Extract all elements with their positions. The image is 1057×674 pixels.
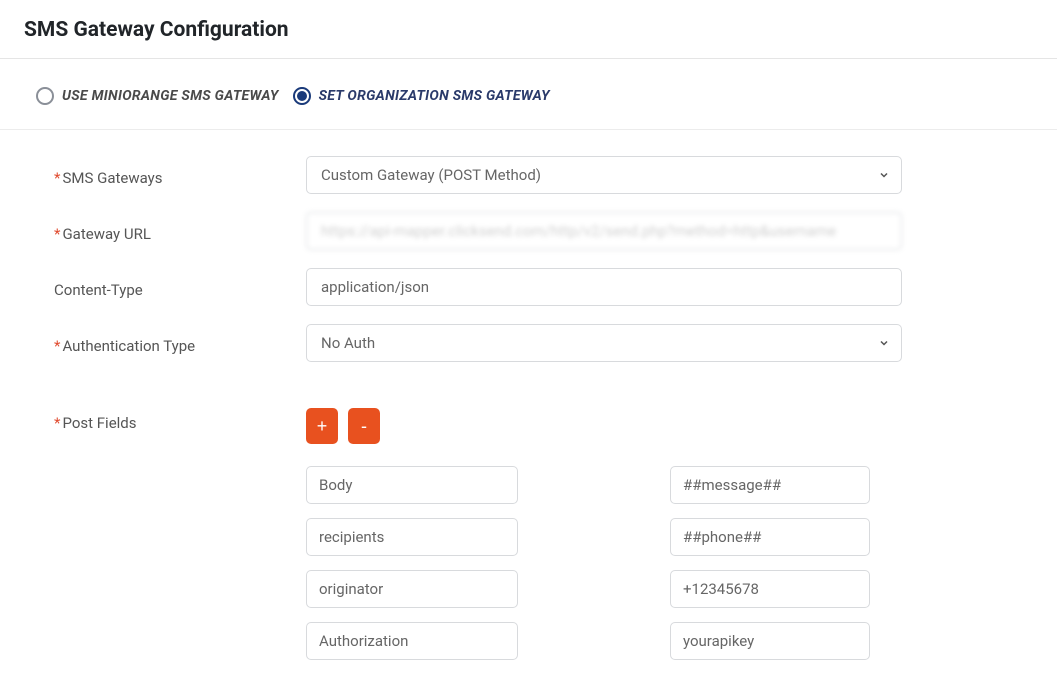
required-asterisk: * bbox=[54, 225, 60, 243]
required-asterisk: * bbox=[54, 169, 60, 187]
radio-set-organization[interactable]: SET ORGANIZATION SMS GATEWAY bbox=[293, 87, 550, 105]
post-field-row bbox=[306, 622, 902, 660]
auth-type-select[interactable]: No Auth bbox=[306, 324, 902, 362]
radio-icon bbox=[36, 87, 54, 105]
remove-field-button[interactable]: - bbox=[348, 408, 380, 444]
post-field-key-input[interactable] bbox=[306, 518, 518, 556]
post-field-value-input[interactable] bbox=[670, 518, 870, 556]
label-sms-gateways: *SMS Gateways bbox=[54, 163, 306, 187]
post-field-row bbox=[306, 570, 902, 608]
radio-dot-icon bbox=[297, 91, 307, 101]
row-sms-gateways: *SMS Gateways Custom Gateway (POST Metho… bbox=[54, 156, 1021, 194]
required-asterisk: * bbox=[54, 414, 60, 432]
post-field-key-input[interactable] bbox=[306, 570, 518, 608]
radio-label: SET ORGANIZATION SMS GATEWAY bbox=[319, 88, 550, 104]
sms-gateways-select[interactable]: Custom Gateway (POST Method) bbox=[306, 156, 902, 194]
label-post-fields: *Post Fields bbox=[54, 408, 306, 432]
radio-use-miniorange[interactable]: USE MINIORANGE SMS GATEWAY bbox=[36, 87, 279, 105]
post-field-value-input[interactable] bbox=[670, 622, 870, 660]
radio-label: USE MINIORANGE SMS GATEWAY bbox=[62, 88, 279, 104]
label-auth-type: *Authentication Type bbox=[54, 331, 306, 355]
add-field-button[interactable]: + bbox=[306, 408, 338, 444]
post-field-key-input[interactable] bbox=[306, 622, 518, 660]
post-field-row bbox=[306, 466, 902, 504]
required-asterisk: * bbox=[54, 337, 60, 355]
row-content-type: Content-Type bbox=[54, 268, 1021, 306]
post-field-key-input[interactable] bbox=[306, 466, 518, 504]
gateway-mode-radios: USE MINIORANGE SMS GATEWAY SET ORGANIZAT… bbox=[0, 59, 1057, 129]
radio-icon bbox=[293, 87, 311, 105]
post-field-row bbox=[306, 518, 902, 556]
row-post-fields: *Post Fields + - bbox=[54, 380, 1021, 674]
post-field-value-input[interactable] bbox=[670, 466, 870, 504]
page-title: SMS Gateway Configuration bbox=[0, 0, 1057, 58]
gateway-url-input[interactable] bbox=[306, 212, 902, 250]
content-type-input[interactable] bbox=[306, 268, 902, 306]
row-auth-type: *Authentication Type No Auth bbox=[54, 324, 1021, 362]
row-gateway-url: *Gateway URL bbox=[54, 212, 1021, 250]
post-field-value-input[interactable] bbox=[670, 570, 870, 608]
label-content-type: Content-Type bbox=[54, 275, 306, 299]
label-gateway-url: *Gateway URL bbox=[54, 219, 306, 243]
form-area: *SMS Gateways Custom Gateway (POST Metho… bbox=[0, 129, 1057, 674]
